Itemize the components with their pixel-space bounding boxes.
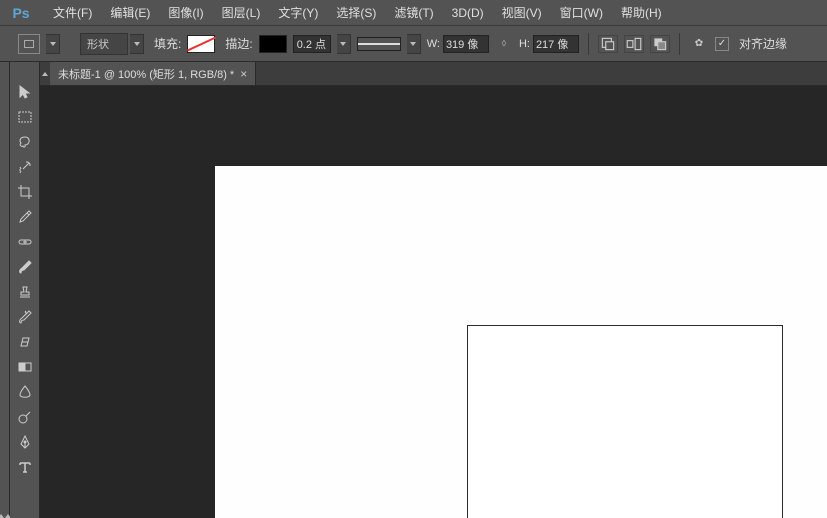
shape-mode-dropdown[interactable]: 形状 <box>80 33 144 55</box>
app-logo: Ps <box>10 2 32 24</box>
path-operations-icon[interactable] <box>598 35 618 53</box>
toolbar-collapse-strip[interactable] <box>0 62 10 518</box>
divider <box>679 33 680 55</box>
close-tab-icon[interactable]: × <box>240 67 247 81</box>
gradient-tool-icon[interactable] <box>14 357 36 377</box>
document-tab[interactable]: 未标题-1 @ 100% (矩形 1, RGB/8) * × <box>50 62 256 85</box>
tool-preset-dropdown[interactable] <box>46 34 60 54</box>
stroke-label: 描边: <box>225 35 252 52</box>
tool-preset-picker[interactable] <box>18 34 40 54</box>
eraser-tool-icon[interactable] <box>14 332 36 352</box>
canvas-viewport[interactable] <box>40 86 827 518</box>
brush-tool-icon[interactable] <box>14 257 36 277</box>
menu-filter[interactable]: 滤镜(T) <box>385 0 442 26</box>
move-tool-icon[interactable] <box>14 82 36 102</box>
pen-tool-icon[interactable] <box>14 432 36 452</box>
menu-window[interactable]: 窗口(W) <box>551 0 612 26</box>
menu-file[interactable]: 文件(F) <box>44 0 101 26</box>
link-wh-icon[interactable]: ⬨ <box>495 35 513 53</box>
stamp-tool-icon[interactable] <box>14 282 36 302</box>
healing-tool-icon[interactable] <box>14 232 36 252</box>
path-arrange-icon[interactable] <box>650 35 670 53</box>
type-tool-icon[interactable] <box>14 457 36 477</box>
stroke-type-dropdown[interactable] <box>407 34 421 54</box>
document-tab-strip: 未标题-1 @ 100% (矩形 1, RGB/8) * × <box>40 62 827 86</box>
menu-type[interactable]: 文字(Y) <box>269 0 327 26</box>
tabstrip-toggle-icon[interactable] <box>40 62 50 85</box>
shape-mode-label: 形状 <box>80 33 128 55</box>
divider <box>588 33 589 55</box>
height-group: H: 217 像 <box>519 35 579 53</box>
menu-edit[interactable]: 编辑(E) <box>101 0 159 26</box>
rectangle-shape[interactable] <box>467 325 783 518</box>
stroke-width-dropdown[interactable] <box>337 34 351 54</box>
stroke-swatch[interactable] <box>259 35 287 53</box>
menu-layer[interactable]: 图层(L) <box>213 0 270 26</box>
tools-panel <box>10 62 40 518</box>
align-edges-label: 对齐边缘 <box>739 35 787 52</box>
stroke-width-input[interactable]: 0.2 点 <box>293 35 331 53</box>
shape-mode-arrow[interactable] <box>130 34 144 54</box>
gear-icon[interactable]: ✿ <box>689 35 709 53</box>
fill-label: 填充: <box>154 35 181 52</box>
menu-help[interactable]: 帮助(H) <box>612 0 671 26</box>
dodge-tool-icon[interactable] <box>14 407 36 427</box>
path-align-icon[interactable] <box>624 35 644 53</box>
magic-wand-tool-icon[interactable] <box>14 157 36 177</box>
height-input[interactable]: 217 像 <box>533 35 579 53</box>
marquee-tool-icon[interactable] <box>14 107 36 127</box>
menu-image[interactable]: 图像(I) <box>159 0 212 26</box>
document-tab-title: 未标题-1 @ 100% (矩形 1, RGB/8) * <box>58 66 234 82</box>
lasso-tool-icon[interactable] <box>14 132 36 152</box>
align-edges-checkbox[interactable]: ✓ <box>715 37 729 51</box>
canvas[interactable] <box>215 166 827 518</box>
menu-bar: Ps 文件(F) 编辑(E) 图像(I) 图层(L) 文字(Y) 选择(S) 滤… <box>0 0 827 26</box>
eyedropper-tool-icon[interactable] <box>14 207 36 227</box>
fill-swatch[interactable] <box>187 35 215 53</box>
menu-3d[interactable]: 3D(D) <box>443 0 493 26</box>
menu-view[interactable]: 视图(V) <box>493 0 551 26</box>
options-bar: 形状 填充: 描边: 0.2 点 W: 319 像 ⬨ H: 217 像 ✿ ✓… <box>0 26 827 62</box>
crop-tool-icon[interactable] <box>14 182 36 202</box>
history-brush-tool-icon[interactable] <box>14 307 36 327</box>
menu-select[interactable]: 选择(S) <box>327 0 385 26</box>
width-group: W: 319 像 <box>427 35 489 53</box>
document-area: 未标题-1 @ 100% (矩形 1, RGB/8) * × <box>40 62 827 518</box>
height-label: H: <box>519 38 530 50</box>
blur-tool-icon[interactable] <box>14 382 36 402</box>
width-input[interactable]: 319 像 <box>443 35 489 53</box>
width-label: W: <box>427 38 440 50</box>
stroke-type-picker[interactable] <box>357 37 401 51</box>
